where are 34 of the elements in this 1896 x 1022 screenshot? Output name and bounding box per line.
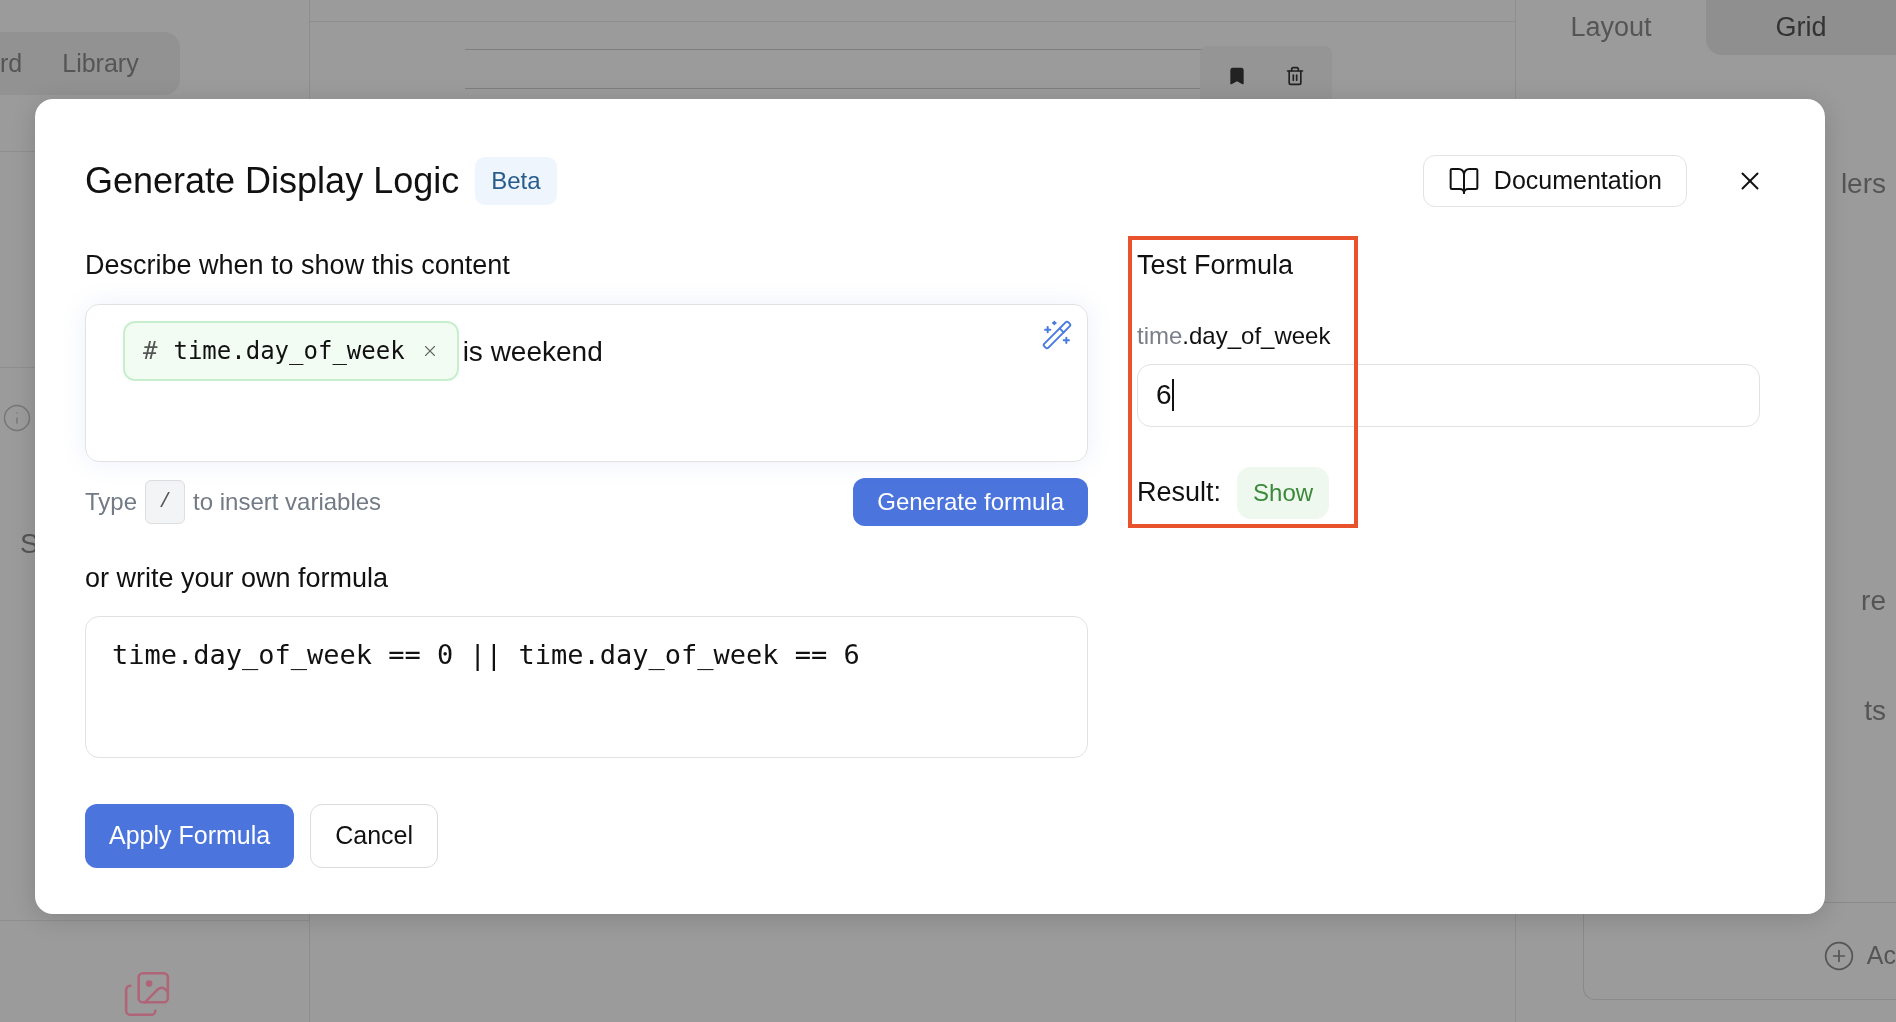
panel-label: ts [1864, 694, 1886, 728]
add-label[interactable]: Ac [1866, 937, 1896, 975]
description-text: is weekend [462, 334, 603, 369]
apply-formula-button[interactable]: Apply Formula [85, 804, 295, 868]
trash-icon[interactable] [1285, 66, 1305, 86]
formula-label: or write your own formula [85, 561, 390, 595]
magic-wand-icon[interactable] [1041, 318, 1073, 351]
nav-tab[interactable]: Library [62, 44, 139, 83]
nav-tab[interactable]: rd [0, 44, 23, 83]
panel-label: re [1861, 584, 1886, 618]
bookmark-icon[interactable] [1227, 66, 1247, 86]
hint-text: to insert variables [193, 486, 382, 517]
add-icon[interactable] [1822, 940, 1855, 972]
description-field[interactable]: # time.day_of_week is weekend [85, 303, 1088, 462]
variable-label: time.day_of_week [1137, 320, 1332, 351]
book-icon [1447, 165, 1480, 197]
slash-key: / [145, 479, 186, 524]
generate-formula-button[interactable]: Generate formula [853, 477, 1088, 526]
test-formula-title: Test Formula [1137, 249, 1295, 282]
beta-badge: Beta [475, 157, 557, 205]
panel-tab[interactable]: Grid [1706, 0, 1896, 55]
hint-text: Type [85, 486, 138, 517]
describe-label: Describe when to show this content [85, 249, 511, 282]
result-badge: Show [1237, 466, 1330, 519]
info-icon [2, 403, 32, 433]
dialog-title: Generate Display Logic [85, 159, 460, 203]
panel-tab[interactable]: Layout [1516, 0, 1706, 55]
variable-chip[interactable]: # time.day_of_week [123, 320, 459, 381]
test-value-field[interactable]: 6 [1137, 363, 1760, 427]
panel-label: lers [1840, 167, 1886, 201]
result-label: Result: [1137, 476, 1222, 510]
formula-field[interactable]: time.day_of_week == 0 || time.day_of_week == 6 [85, 616, 1088, 758]
documentation-button[interactable]: Documentation [1422, 155, 1687, 207]
cancel-button[interactable]: Cancel [310, 804, 438, 868]
